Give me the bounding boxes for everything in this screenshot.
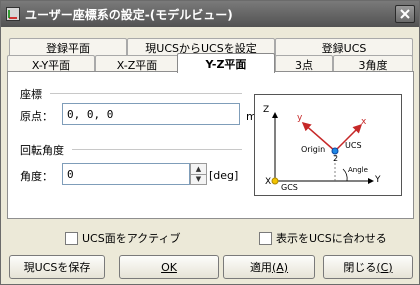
angle-label: 角度： [20,170,53,183]
save-ucs-button[interactable]: 現UCSを保存 [9,255,105,279]
align-display-option[interactable]: 表示をUCSに合わせる [259,230,387,246]
angle-input[interactable] [62,163,190,185]
angle-unit: [deg] [209,169,239,182]
diagram-ucs-label: UCS [345,141,362,150]
tab-registered-plane[interactable]: 登録平面 [9,38,127,56]
diagram-x-label: X [265,177,272,187]
ok-button[interactable]: OK [119,255,219,279]
apply-button[interactable]: 適用 (A) [223,255,315,279]
close-button[interactable] [395,5,415,23]
origin-label: 原点： [20,110,53,123]
angle-arc [342,168,348,182]
diagram-gcs-label: GCS [281,183,298,192]
tab-yz-plane[interactable]: Y-Z平面 [177,53,275,73]
diagram-y-label: Y [375,175,381,185]
diagram-z-label: Z [263,105,270,115]
angle-spinner[interactable]: ▲ ▼ [190,163,207,185]
coords-group-label: 座標 [20,88,42,101]
ucs-settings-dialog: ユーザー座標系の設定-(モデルビュー) 登録平面 現UCSからUCSを設定 登録… [0,0,420,285]
close-dialog-button[interactable]: 閉じる (C) [323,255,413,279]
yz-plane-panel: 座標 原点： m 回転角度 角度： ▲ ▼ [deg] [7,71,414,219]
tab-registered-ucs[interactable]: 登録UCS [275,38,413,56]
ucs-active-checkbox[interactable] [65,231,78,245]
spin-down-icon[interactable]: ▼ [191,173,206,185]
diagram-ucs-x-label: x [361,117,367,127]
yz-plane-diagram: Z Y X y x Origin 2 UCS GCS Angle [254,94,402,196]
title-bar: ユーザー座標系の設定-(モデルビュー) [1,1,419,27]
coordinate-system-icon [6,7,20,21]
diagram-origin-label: Origin [301,145,326,154]
group-divider [50,93,242,94]
align-display-label: 表示をUCSに合わせる [276,232,387,245]
rotation-group-label: 回転角度 [20,144,64,157]
close-icon [400,9,410,19]
diagram-origin-number: 2 [333,154,339,163]
diagram-ucs-y-label: y [297,113,303,123]
diagram-angle-label: Angle [348,166,368,174]
ucs-active-option[interactable]: UCS面をアクティブ [65,230,181,246]
ucs-active-label: UCS面をアクティブ [82,232,181,245]
window-title: ユーザー座標系の設定-(モデルビュー) [25,7,233,22]
spin-up-icon[interactable]: ▲ [191,164,206,174]
gcs-origin-dot [271,177,279,185]
group-divider [72,149,242,150]
origin-input[interactable] [62,103,240,125]
align-display-checkbox[interactable] [259,231,272,245]
